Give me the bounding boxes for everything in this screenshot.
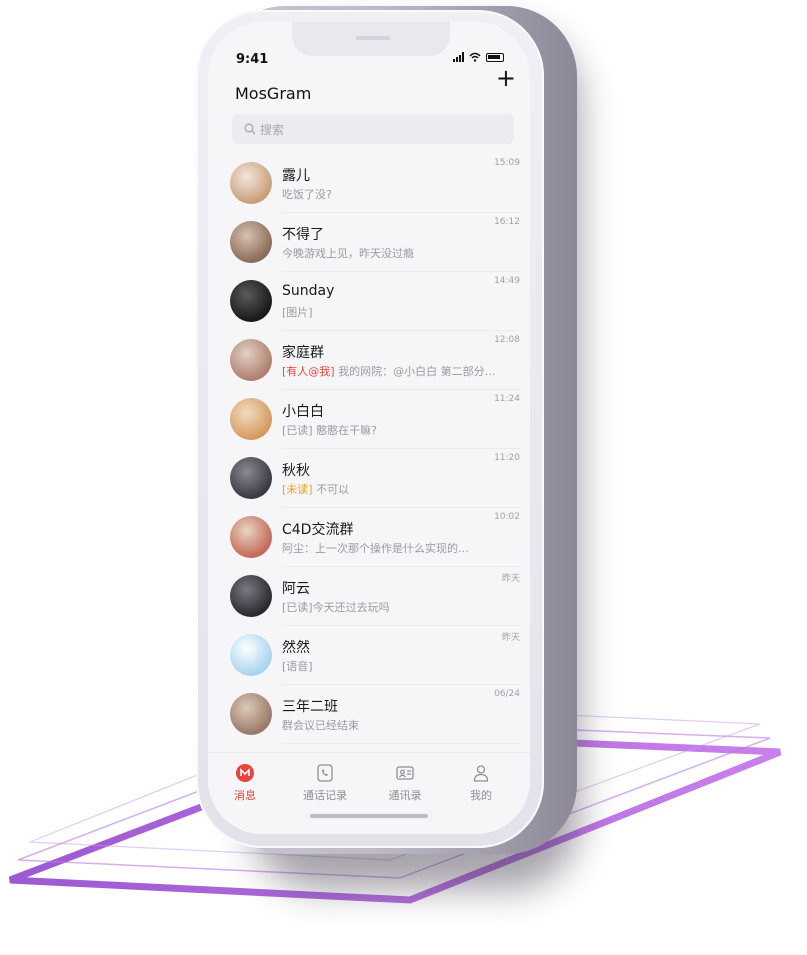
battery-icon [486, 52, 504, 62]
mention-tag: [有人@我] [282, 365, 335, 378]
chat-row[interactable]: 三年二班群会议已经结束 06/24 [208, 685, 530, 744]
preview-text: [已读] 憨憨在干嘛? [282, 424, 377, 437]
chat-name: 家庭群 [282, 345, 324, 361]
tab-calls[interactable]: 通话记录 [290, 763, 360, 803]
avatar[interactable] [230, 398, 272, 440]
preview-text: 吃饭了没? [282, 188, 332, 201]
chat-preview: [已读]今天还过去玩吗 [282, 599, 390, 615]
chat-row[interactable]: 不得了今晚游戏上见，昨天没过瘾 16:12 [208, 213, 530, 272]
chat-time: 06/24 [494, 689, 520, 699]
chat-preview: [语音] [282, 658, 313, 674]
phone-screen: 9:41 MosGram + 搜索 露儿吃饭了没? 15:09 不得了今晚游戏上见，… [208, 22, 530, 834]
wifi-icon [469, 52, 481, 62]
chat-preview: [已读] 憨憨在干嘛? [282, 422, 377, 438]
notch [292, 22, 450, 56]
chat-name: Sunday [282, 283, 335, 299]
mention-tag: [未读] [282, 483, 313, 496]
chat-time: 15:09 [494, 158, 520, 168]
chat-row[interactable]: Sunday [图片] 14:49 [208, 272, 530, 331]
chat-time: 11:24 [494, 394, 520, 404]
avatar[interactable] [230, 634, 272, 676]
chat-preview: 今晚游戏上见，昨天没过瘾 [282, 245, 414, 261]
chat-row[interactable]: 然然 [语音] 昨天 [208, 626, 530, 685]
chat-list: 露儿吃饭了没? 15:09 不得了今晚游戏上见，昨天没过瘾 16:12 Sunday [图… [208, 154, 530, 744]
chat-time: 昨天 [501, 633, 520, 643]
chat-preview: 吃饭了没? [282, 186, 332, 202]
preview-text: 今晚游戏上见，昨天没过瘾 [282, 247, 414, 260]
chat-preview: 群会议已经结束 [282, 717, 359, 733]
chat-time: 16:12 [494, 217, 520, 227]
chat-preview: [有人@我] 我的网院：@小白白 第二部分… [282, 363, 496, 379]
chat-preview: [未读] 不可以 [282, 481, 349, 497]
chat-time: 10:02 [494, 512, 520, 522]
preview-text: 阿尘：上一次那个操作是什么实现的… [282, 542, 469, 555]
chat-row[interactable]: 秋秋 [未读] 不可以 11:20 [208, 449, 530, 508]
status-time: 9:41 [236, 52, 269, 67]
chat-time: 12:08 [494, 335, 520, 345]
chat-name: 秋秋 [282, 463, 310, 479]
tab-label: 通讯录 [388, 789, 422, 802]
chat-preview: [图片] [282, 304, 313, 320]
tab-bar: 消息 通话记录 通讯录 我的 [208, 752, 530, 834]
preview-text: 我的网院：@小白白 第二部分… [338, 365, 496, 378]
stage: 9:41 MosGram + 搜索 露儿吃饭了没? 15:09 不得了今晚游戏上见，… [0, 0, 807, 955]
avatar[interactable] [230, 339, 272, 381]
tab-profile[interactable]: 我的 [446, 763, 516, 803]
chat-time: 14:49 [494, 276, 520, 286]
chat-name: 然然 [282, 640, 310, 656]
chat-name: 三年二班 [282, 699, 338, 715]
preview-text: [图片] [282, 306, 313, 319]
avatar[interactable] [230, 457, 272, 499]
avatar[interactable] [230, 575, 272, 617]
phone-call-icon [317, 764, 333, 782]
search-input[interactable]: 搜索 [232, 114, 514, 144]
chat-preview: 阿尘：上一次那个操作是什么实现的… [282, 540, 469, 556]
tab-label: 我的 [470, 789, 492, 802]
chat-name: 阿云 [282, 581, 310, 597]
message-icon [236, 764, 254, 782]
tab-contacts[interactable]: 通讯录 [370, 763, 440, 803]
chat-name: C4D交流群 [282, 522, 354, 538]
tab-label: 消息 [234, 789, 256, 802]
contacts-icon [396, 766, 414, 780]
chat-row[interactable]: 小白白 [已读] 憨憨在干嘛? 11:24 [208, 390, 530, 449]
chat-name: 不得了 [282, 227, 324, 243]
home-indicator[interactable] [310, 814, 428, 818]
chat-row[interactable]: 露儿吃饭了没? 15:09 [208, 154, 530, 213]
chat-row[interactable]: 家庭群 [有人@我] 我的网院：@小白白 第二部分… 12:08 [208, 331, 530, 390]
status-icons [453, 52, 504, 62]
app-title: MosGram [235, 84, 312, 103]
chat-time: 11:20 [494, 453, 520, 463]
chat-row[interactable]: 阿云 [已读]今天还过去玩吗 昨天 [208, 567, 530, 626]
avatar[interactable] [230, 280, 272, 322]
signal-icon [453, 52, 464, 62]
plus-icon[interactable]: + [496, 66, 516, 90]
search-placeholder: 搜索 [260, 122, 285, 137]
preview-text: 群会议已经结束 [282, 719, 359, 732]
search-icon [244, 123, 256, 135]
preview-text: 不可以 [316, 483, 350, 496]
preview-text: [语音] [282, 660, 313, 673]
avatar[interactable] [230, 162, 272, 204]
tab-label: 通话记录 [303, 789, 347, 802]
speaker [356, 36, 390, 40]
divider [282, 743, 522, 744]
avatar[interactable] [230, 516, 272, 558]
profile-icon [473, 765, 489, 782]
chat-time: 昨天 [501, 574, 520, 584]
avatar[interactable] [230, 693, 272, 735]
chat-row[interactable]: C4D交流群阿尘：上一次那个操作是什么实现的… 10:02 [208, 508, 530, 567]
chat-name: 露儿 [282, 168, 310, 184]
tab-messages[interactable]: 消息 [210, 763, 280, 803]
chat-name: 小白白 [282, 404, 324, 420]
avatar[interactable] [230, 221, 272, 263]
preview-text: [已读]今天还过去玩吗 [282, 601, 390, 614]
